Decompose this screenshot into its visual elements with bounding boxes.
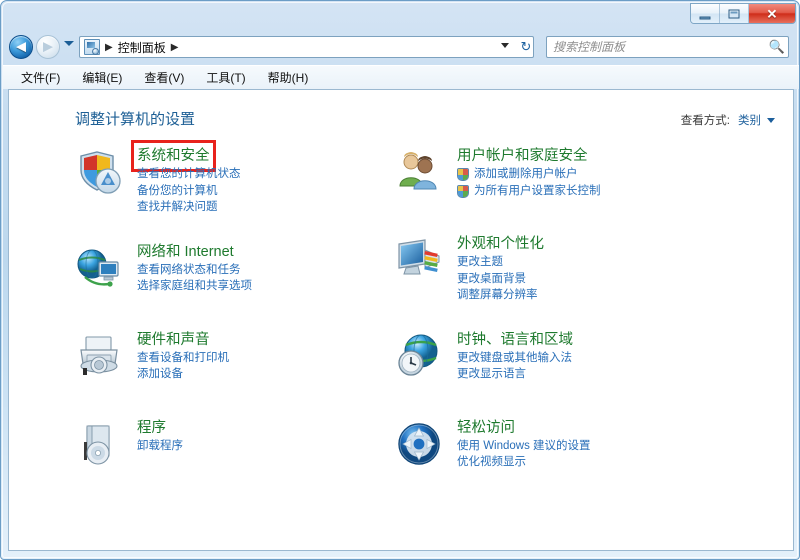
search-input[interactable] [553, 38, 766, 56]
category-title-link[interactable]: 硬件和声音 [137, 330, 210, 350]
category-body: 系统和安全 查看您的计算机状态 备份您的计算机 查找并解决问题 [131, 140, 395, 216]
category-body: 程序 卸载程序 [137, 418, 395, 455]
menu-file[interactable]: 文件(F) [21, 69, 60, 86]
category-3: 硬件和声音 查看设备和打印机 添加设备 [75, 330, 395, 392]
category-sublink[interactable]: 更改显示语言 [457, 366, 715, 383]
network-globe-icon[interactable] [75, 244, 123, 292]
category-sublink[interactable]: 优化视频显示 [457, 454, 715, 471]
category-sublink[interactable]: 备份您的计算机 [137, 183, 395, 200]
close-icon: ✕ [766, 6, 778, 21]
view-by-selector[interactable]: 查看方式: 类别 [681, 112, 775, 128]
category-title-link[interactable]: 系统和安全 [131, 140, 216, 172]
category-4: 轻松访问 使用 Windows 建议的设置 优化视频显示 [395, 418, 715, 480]
printer-hardware-icon[interactable] [75, 332, 123, 380]
back-arrow-icon: ◀ [16, 39, 26, 55]
user-accounts-icon[interactable] [395, 148, 443, 196]
refresh-button[interactable]: ↻ [517, 38, 535, 56]
category-sublink[interactable]: 添加或删除用户帐户 [457, 166, 715, 183]
category-1: 系统和安全 查看您的计算机状态 备份您的计算机 查找并解决问题 [75, 140, 395, 216]
category-sublink[interactable]: 调整屏幕分辨率 [457, 287, 715, 304]
category-2: 外观和个性化 更改主题 更改桌面背景 调整屏幕分辨率 [395, 234, 715, 304]
category-column-left: 系统和安全 查看您的计算机状态 备份您的计算机 查找并解决问题 网络和 Interne… [75, 140, 395, 506]
security-shield-icon[interactable] [75, 148, 123, 196]
maximize-icon [728, 9, 740, 18]
uac-shield-icon [457, 184, 469, 198]
content-pane: 调整计算机的设置 查看方式: 类别 系统和安全 查看您的计算机状态 备份您的计算机查… [8, 89, 794, 551]
category-sublink[interactable]: 为所有用户设置家长控制 [457, 183, 715, 200]
control-panel-icon [84, 39, 100, 55]
category-sublink[interactable]: 更改主题 [457, 254, 715, 271]
category-sublink[interactable]: 查看您的计算机状态 [137, 166, 395, 183]
menu-help[interactable]: 帮助(H) [268, 69, 309, 86]
category-title-link[interactable]: 程序 [137, 418, 166, 438]
category-body: 时钟、语言和区域 更改键盘或其他输入法 更改显示语言 [457, 330, 715, 383]
forward-arrow-icon: ▶ [43, 39, 53, 55]
category-body: 轻松访问 使用 Windows 建议的设置 优化视频显示 [457, 418, 715, 471]
title-bar: ✕ [1, 1, 799, 31]
category-title-link[interactable]: 时钟、语言和区域 [457, 330, 573, 350]
category-body: 硬件和声音 查看设备和打印机 添加设备 [137, 330, 395, 383]
category-sublink[interactable]: 使用 Windows 建议的设置 [457, 438, 715, 455]
category-title-link[interactable]: 轻松访问 [457, 418, 515, 438]
breadcrumb-separator-icon: ▶ [105, 41, 113, 53]
window-controls: ✕ [690, 3, 796, 24]
category-body: 用户帐户和家庭安全 添加或删除用户帐户 为所有用户设置家长控制 [457, 146, 715, 199]
page-title: 调整计算机的设置 [75, 111, 196, 128]
category-4: 程序 卸载程序 [75, 418, 395, 480]
minimize-icon [699, 16, 711, 19]
menu-view[interactable]: 查看(V) [144, 69, 184, 86]
category-1: 用户帐户和家庭安全 添加或删除用户帐户 为所有用户设置家长控制 [395, 146, 715, 208]
category-sublink[interactable]: 选择家庭组和共享选项 [137, 278, 395, 295]
category-title-link[interactable]: 用户帐户和家庭安全 [457, 146, 588, 166]
menu-edit[interactable]: 编辑(E) [82, 69, 122, 86]
category-sublink[interactable]: 更改桌面背景 [457, 271, 715, 288]
navigation-bar: ◀ ▶ ▶ 控制面板 ▶ ↻ 🔍 [1, 31, 799, 63]
control-panel-window: ✕ ◀ ▶ ▶ 控制面板 ▶ ↻ 🔍 文件(F) 编辑(E) 查看(V) 工具(… [0, 0, 800, 560]
breadcrumb-control-panel[interactable]: 控制面板 [118, 39, 166, 56]
category-2: 网络和 Internet 查看网络状态和任务 选择家庭组和共享选项 [75, 242, 395, 304]
view-by-value[interactable]: 类别 [738, 112, 761, 128]
category-sublink[interactable]: 更改键盘或其他输入法 [457, 350, 715, 367]
category-body: 网络和 Internet 查看网络状态和任务 选择家庭组和共享选项 [137, 242, 395, 295]
ease-of-access-icon[interactable] [395, 420, 443, 468]
uac-shield-icon [457, 168, 469, 181]
category-3: 时钟、语言和区域 更改键盘或其他输入法 更改显示语言 [395, 330, 715, 392]
category-sublink[interactable]: 卸载程序 [137, 438, 395, 455]
category-sublink[interactable]: 查找并解决问题 [137, 199, 395, 216]
category-sublink[interactable]: 查看网络状态和任务 [137, 262, 395, 279]
category-title-link[interactable]: 外观和个性化 [457, 234, 544, 254]
programs-box-icon[interactable] [75, 420, 123, 468]
clock-globe-icon[interactable] [395, 332, 443, 380]
address-dropdown-chevron-down-icon[interactable] [501, 43, 509, 48]
appearance-monitor-icon[interactable] [395, 236, 443, 284]
chevron-down-icon[interactable] [767, 117, 775, 123]
address-bar[interactable]: ▶ 控制面板 ▶ [79, 36, 534, 58]
menu-bar: 文件(F) 编辑(E) 查看(V) 工具(T) 帮助(H) [3, 65, 799, 89]
forward-button[interactable]: ▶ [36, 35, 60, 59]
category-column-right: 用户帐户和家庭安全 添加或删除用户帐户 为所有用户设置家长控制 外观和个性化 更改主题… [395, 146, 715, 506]
view-by-label: 查看方式: [680, 115, 730, 127]
menu-tools[interactable]: 工具(T) [206, 69, 245, 86]
category-sublink[interactable]: 添加设备 [137, 366, 395, 383]
close-button[interactable]: ✕ [749, 4, 795, 23]
breadcrumb-separator-icon-2[interactable]: ▶ [171, 42, 179, 53]
category-sublink[interactable]: 查看设备和打印机 [137, 350, 395, 367]
search-icon[interactable]: 🔍 [766, 39, 788, 55]
category-body: 外观和个性化 更改主题 更改桌面背景 调整屏幕分辨率 [457, 234, 715, 304]
category-title-link[interactable]: 网络和 Internet [137, 242, 234, 262]
back-button[interactable]: ◀ [9, 35, 33, 59]
minimize-button[interactable] [691, 4, 720, 23]
search-box[interactable]: 🔍 [546, 36, 789, 58]
maximize-button[interactable] [720, 4, 749, 23]
recent-locations-chevron-down-icon[interactable] [64, 41, 74, 46]
